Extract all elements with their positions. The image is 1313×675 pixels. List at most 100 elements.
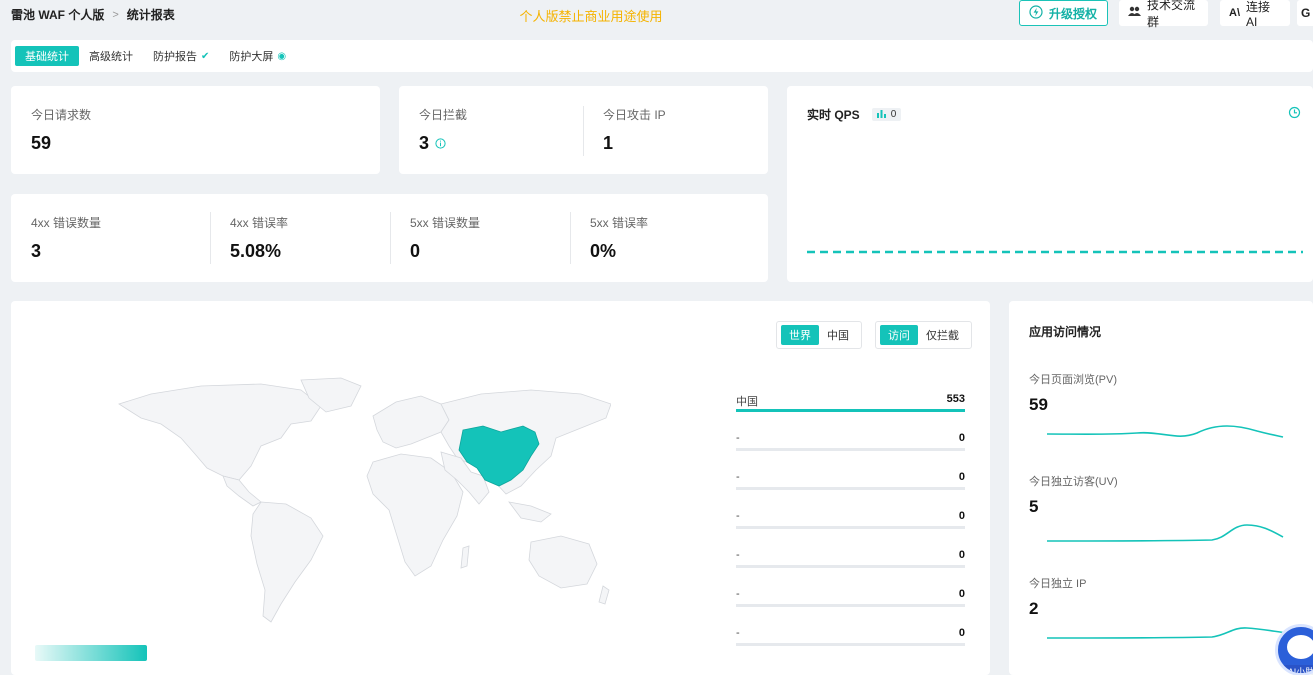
err-4xx-count-value: 3 <box>31 241 42 261</box>
err-5xx-rate-value: 0% <box>590 241 617 261</box>
tab-protection-report[interactable]: 防护报告 ✔ <box>143 46 219 66</box>
scope-toggle: 世界 中国 <box>776 321 862 349</box>
ranking-count: 0 <box>958 432 965 444</box>
qps-header: 实时 QPS 0 <box>807 106 902 123</box>
report-tabs: 基础统计 高级统计 防护报告 ✔ 防护大屏 ◉ <box>11 40 1313 72</box>
ranking-row: -0 <box>736 627 965 649</box>
today-requests-card: 今日请求数 59 <box>11 86 380 174</box>
divider <box>583 106 584 156</box>
err-5xx-count-value: 0 <box>410 241 421 261</box>
ranking-country-name: - <box>736 549 740 561</box>
qps-value: 0 <box>890 109 897 120</box>
divider <box>570 212 571 264</box>
ranking-row: -0 <box>736 432 965 454</box>
uv-sparkline <box>1047 524 1284 542</box>
info-icon[interactable] <box>435 138 446 149</box>
qps-badge: 0 <box>871 108 902 121</box>
tech-group-label: 技术交流群 <box>1147 0 1196 29</box>
bar-chart-icon <box>876 109 886 120</box>
pv-sparkline <box>1047 425 1284 438</box>
err-4xx-count-label: 4xx 错误数量 <box>31 216 102 230</box>
ranking-row: -0 <box>736 471 965 493</box>
tab-label: 高级统计 <box>89 51 133 63</box>
app-access-card: 应用访问情况 今日页面浏览(PV) 59 今日独立访客(UV) 5 今日独立 I… <box>1009 301 1313 675</box>
pv-label: 今日页面浏览(PV) <box>1029 374 1117 386</box>
map-region <box>528 535 598 589</box>
tab-label: 防护报告 <box>153 51 197 63</box>
ranking-bar-track <box>736 448 965 451</box>
map-region <box>508 501 552 523</box>
scope-world-option[interactable]: 世界 <box>781 325 819 345</box>
ranking-row: 中国 553 <box>736 393 965 415</box>
tab-advanced-stats[interactable]: 高级统计 <box>79 46 143 66</box>
top-bar: 雷池 WAF 个人版 > 统计报表 个人版禁止商业用途使用 升级授权 技术交流群… <box>0 0 1313 34</box>
ranking-country-name: 中国 <box>736 396 758 408</box>
err-5xx-rate-label: 5xx 错误率 <box>590 216 649 230</box>
tab-protection-screen[interactable]: 防护大屏 ◉ <box>219 46 296 66</box>
qps-title: 实时 QPS <box>807 108 860 122</box>
divider <box>390 212 391 264</box>
ranking-country-name: - <box>736 432 740 444</box>
connect-ai-button[interactable]: A\ 连接 AI <box>1220 0 1290 29</box>
ranking-bar-track <box>736 526 965 529</box>
map-legend-gradient <box>35 645 147 661</box>
connect-ai-label: 连接 AI <box>1246 0 1271 29</box>
ranking-count: 0 <box>958 549 965 561</box>
users-icon <box>1128 6 1141 20</box>
mode-toggle: 访问 仅拦截 <box>875 321 972 349</box>
app-access-title: 应用访问情况 <box>1029 325 1102 339</box>
ranking-country-name: - <box>736 471 740 483</box>
mode-access-option[interactable]: 访问 <box>880 325 918 345</box>
err-4xx-rate-label: 4xx 错误率 <box>230 216 289 230</box>
upgrade-label: 升级授权 <box>1049 6 1098 21</box>
history-icon[interactable] <box>1288 106 1301 122</box>
ranking-country-name: - <box>736 588 740 600</box>
ranking-country-name: - <box>736 510 740 522</box>
github-icon: G <box>1301 6 1311 20</box>
map-region <box>372 395 450 449</box>
tab-label: 基础统计 <box>25 51 69 63</box>
ranking-count: 553 <box>946 393 965 405</box>
today-blocked-value: 3 <box>419 133 430 153</box>
err-4xx-rate-value: 5.08% <box>230 241 282 261</box>
mode-blocked-only-option[interactable]: 仅拦截 <box>918 325 967 345</box>
ranking-row: -0 <box>736 588 965 610</box>
uv-label: 今日独立访客(UV) <box>1029 476 1118 488</box>
world-map <box>118 377 611 623</box>
attack-ip-value: 1 <box>603 133 614 153</box>
realtime-qps-card: 实时 QPS 0 <box>787 86 1313 282</box>
divider <box>210 212 211 264</box>
assistant-avatar-icon <box>1287 635 1313 659</box>
ranking-count: 0 <box>958 510 965 522</box>
attack-ip-label: 今日攻击 IP <box>603 108 666 122</box>
github-button[interactable]: G <box>1297 0 1313 26</box>
ranking-count: 0 <box>958 471 965 483</box>
today-requests-value: 59 <box>31 133 52 153</box>
pv-value: 59 <box>1029 395 1048 414</box>
tab-label: 防护大屏 <box>229 51 274 63</box>
today-blocked-value-row: 3 <box>419 133 467 154</box>
screen-icon: ◉ <box>277 50 287 62</box>
ai-assistant-button[interactable]: AI小助 <box>1275 624 1313 675</box>
license-notice: 个人版禁止商业用途使用 <box>519 9 663 24</box>
ranking-bar-track <box>736 409 965 412</box>
error-stats-card: 4xx 错误数量 3 4xx 错误率 5.08% 5xx 错误数量 0 5xx … <box>11 194 768 282</box>
ranking-bar-track <box>736 565 965 568</box>
leaf-icon: ✔ <box>201 50 210 62</box>
ranking-row: -0 <box>736 549 965 571</box>
ranking-bar-fill <box>736 409 965 412</box>
err-5xx-count-label: 5xx 错误数量 <box>410 216 481 230</box>
tab-basic-stats[interactable]: 基础统计 <box>15 46 79 66</box>
ranking-country-name: - <box>736 627 740 639</box>
map-region <box>222 475 262 507</box>
tech-group-button[interactable]: 技术交流群 <box>1119 0 1208 29</box>
ranking-count: 0 <box>958 588 965 600</box>
map-region <box>460 545 470 569</box>
ai-icon: A\ <box>1229 7 1240 19</box>
map-region <box>598 585 610 605</box>
scope-china-option[interactable]: 中国 <box>819 325 857 345</box>
upgrade-button[interactable]: 升级授权 <box>1019 0 1108 26</box>
today-requests-label: 今日请求数 <box>31 108 92 122</box>
ranking-row: -0 <box>736 510 965 532</box>
ranking-bar-track <box>736 604 965 607</box>
